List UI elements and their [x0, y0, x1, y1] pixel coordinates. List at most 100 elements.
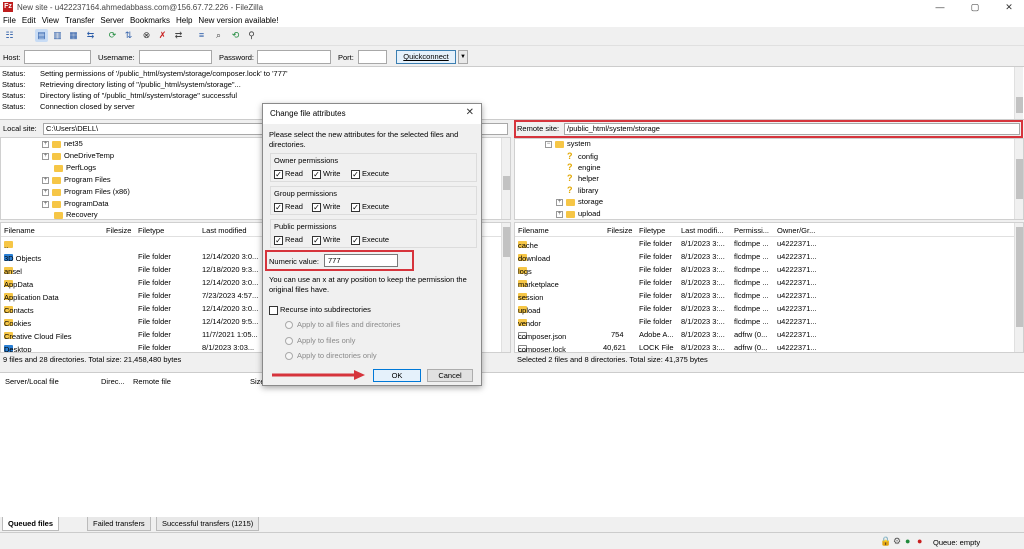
minimize-icon[interactable]: —	[925, 1, 955, 14]
remote-tree-scrollbar[interactable]	[1014, 139, 1023, 219]
tree-item[interactable]: ? config	[567, 151, 598, 161]
public-read-checkbox[interactable]: ✓ Read	[274, 235, 303, 245]
toggle-log-icon[interactable]: ▤	[35, 29, 48, 42]
remote-list-scrollbar[interactable]	[1014, 223, 1023, 352]
col-filesize[interactable]: Filesize	[607, 226, 632, 235]
tree-item[interactable]: ? helper	[567, 173, 599, 183]
owner-execute-checkbox[interactable]: ✓ Execute	[351, 169, 389, 179]
close-icon[interactable]: ✕	[994, 1, 1024, 14]
host-input[interactable]	[24, 50, 91, 64]
tree-item[interactable]: ? library	[567, 185, 598, 195]
menu-edit[interactable]: Edit	[19, 15, 39, 27]
tab-queued-files[interactable]: Queued files	[2, 517, 60, 531]
toggle-local-tree-icon[interactable]: ▥	[51, 29, 64, 42]
col-last-modified[interactable]: Last modified	[202, 226, 247, 235]
col-direction[interactable]: Direc...	[101, 377, 125, 386]
local-list-scrollbar[interactable]	[501, 223, 510, 352]
menu-bookmarks[interactable]: Bookmarks	[127, 15, 173, 27]
table-row[interactable]: vendor File folder 8/1/2023 3:... flcdmpe .…	[515, 315, 1023, 328]
table-row[interactable]: composer.lock 40,621 LOCK File 8/1/2023 3:.…	[515, 341, 1023, 352]
tree-item[interactable]: PerfLogs	[54, 163, 96, 172]
tree-item[interactable]: − system	[545, 139, 591, 148]
table-row[interactable]: session File folder 8/1/2023 3:... flcdmpe …	[515, 289, 1023, 302]
username-input[interactable]	[139, 50, 212, 64]
process-queue-icon[interactable]: ⇅	[122, 29, 135, 42]
menu-server[interactable]: Server	[97, 15, 127, 27]
col-filetype[interactable]: Filetype	[639, 226, 665, 235]
owner-write-checkbox[interactable]: ✓ Write	[312, 169, 340, 179]
table-row[interactable]: download File folder 8/1/2023 3:... flcdmpe…	[515, 250, 1023, 263]
col-filetype[interactable]: Filetype	[138, 226, 164, 235]
ok-button[interactable]: OK	[373, 369, 421, 382]
site-manager-icon[interactable]: ☷	[3, 29, 16, 42]
tree-item[interactable]: + OneDriveTemp	[42, 151, 114, 160]
tree-item[interactable]: + upload	[556, 209, 601, 218]
menu-help[interactable]: Help	[173, 15, 195, 27]
remote-list-header: Filename Filesize Filetype Last modifi..…	[515, 223, 1023, 237]
quickconnect-button[interactable]: Quickconnect	[396, 50, 456, 64]
password-input[interactable]	[257, 50, 331, 64]
synchronized-browsing-icon[interactable]: ⟲	[229, 29, 242, 42]
radio-dot-icon	[285, 337, 293, 346]
owner-read-checkbox[interactable]: ✓ Read	[274, 169, 303, 179]
transfer-queue: Server/Local file Direc... Remote file S…	[0, 372, 1024, 517]
recurse-checkbox[interactable]: Recurse into subdirectories	[269, 305, 371, 315]
directory-compare-icon[interactable]: ⌕	[212, 29, 225, 42]
log-scrollbar[interactable]	[1014, 67, 1023, 119]
menu-file[interactable]: File	[0, 15, 19, 27]
radio-apply-all[interactable]: Apply to all files and directories	[285, 320, 400, 330]
toggle-remote-tree-icon[interactable]: ▦	[67, 29, 80, 42]
maximize-icon[interactable]: ▢	[960, 1, 990, 14]
local-tree-scrollbar[interactable]	[501, 138, 510, 219]
port-input[interactable]	[358, 50, 387, 64]
col-filename[interactable]: Filename	[518, 226, 549, 235]
quickconnect-dropdown-icon[interactable]: ▼	[458, 50, 468, 64]
refresh-icon[interactable]: ⟳	[106, 29, 119, 42]
public-execute-checkbox[interactable]: ✓ Execute	[351, 235, 389, 245]
menu-new-version[interactable]: New version available!	[195, 15, 281, 27]
disconnect-icon[interactable]: ✗	[156, 29, 169, 42]
table-row[interactable]: marketplace File folder 8/1/2023 3:... flcd…	[515, 276, 1023, 289]
col-filesize[interactable]: Filesize	[106, 226, 131, 235]
radio-apply-files[interactable]: Apply to files only	[285, 336, 355, 346]
folder-icon	[52, 200, 61, 208]
table-row[interactable]: upload File folder 8/1/2023 3:... flcdmpe .…	[515, 302, 1023, 315]
table-row[interactable]: cache File folder 8/1/2023 3:... flcdmpe ..…	[515, 237, 1023, 250]
tree-item[interactable]: + net35	[42, 139, 83, 148]
toggle-queue-icon[interactable]: ⇆	[84, 29, 97, 42]
settings-icon: ⚙	[893, 536, 902, 546]
group-execute-checkbox[interactable]: ✓ Execute	[351, 202, 389, 212]
col-remote-file[interactable]: Remote file	[133, 377, 171, 386]
col-server-local-file[interactable]: Server/Local file	[5, 377, 59, 386]
table-row[interactable]: composer.json 754 Adobe A... 8/1/2023 3:...…	[515, 328, 1023, 341]
menu-transfer[interactable]: Transfer	[62, 15, 98, 27]
col-filename[interactable]: Filename	[4, 226, 35, 235]
directory-filter-icon[interactable]: ≡	[195, 29, 208, 42]
tree-item[interactable]: ? engine	[567, 162, 601, 172]
col-last-modified[interactable]: Last modifi...	[681, 226, 724, 235]
public-permissions-group: Public permissions ✓ Read ✓ Write ✓ Execute	[270, 219, 477, 248]
col-owner[interactable]: Owner/Gr...	[777, 226, 815, 235]
search-icon[interactable]: ⚲	[245, 29, 258, 42]
table-row[interactable]: logs File folder 8/1/2023 3:... flcdmpe ...…	[515, 263, 1023, 276]
expand-icon: +	[42, 200, 49, 208]
col-permissions[interactable]: Permissi...	[734, 226, 769, 235]
tab-successful-transfers[interactable]: Successful transfers (1215)	[156, 517, 260, 531]
cancel-button[interactable]: Cancel	[427, 369, 473, 382]
menu-view[interactable]: View	[39, 15, 62, 27]
unknown-folder-icon: ?	[567, 185, 573, 195]
reconnect-icon[interactable]: ⇄	[172, 29, 185, 42]
filezilla-logo-icon: Fz	[3, 2, 13, 12]
public-write-checkbox[interactable]: ✓ Write	[312, 235, 340, 245]
tree-item[interactable]: + ProgramData	[42, 199, 109, 208]
group-read-checkbox[interactable]: ✓ Read	[274, 202, 303, 212]
cancel-operation-icon[interactable]: ⊗	[140, 29, 153, 42]
group-write-checkbox[interactable]: ✓ Write	[312, 202, 340, 212]
tree-item[interactable]: + Program Files (x86)	[42, 187, 130, 196]
tree-item[interactable]: Recovery	[54, 210, 98, 219]
radio-apply-directories[interactable]: Apply to directories only	[285, 351, 377, 361]
tree-item[interactable]: + storage	[556, 197, 603, 206]
tree-item[interactable]: + Program Files	[42, 175, 111, 184]
tab-failed-transfers[interactable]: Failed transfers	[87, 517, 151, 531]
dialog-close-icon[interactable]: ✕	[466, 107, 474, 118]
